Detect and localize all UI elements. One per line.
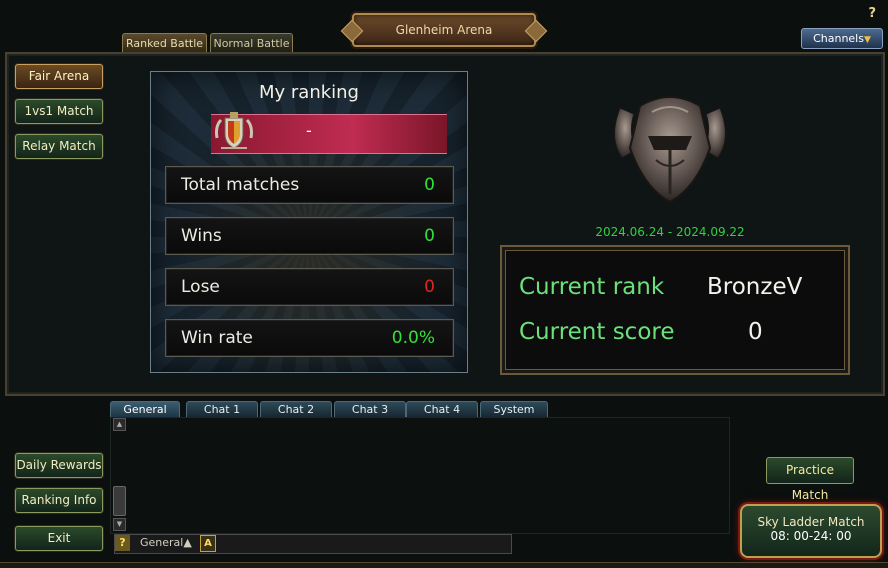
bottom-border xyxy=(0,562,888,568)
sky-ladder-label: Sky Ladder Match xyxy=(757,515,865,529)
rank-banner-value: - xyxy=(306,121,312,140)
chat-mode-button[interactable]: A xyxy=(200,535,216,552)
chevron-down-icon: ▼ xyxy=(863,35,871,45)
scroll-up-icon[interactable]: ▲ xyxy=(113,418,126,431)
season-range: 2024.06.24 - 2024.09.22 xyxy=(595,225,745,239)
sky-ladder-match-button[interactable]: Sky Ladder Match 08: 00-24: 00 xyxy=(740,504,882,558)
current-rank-label: Current rank xyxy=(519,274,665,300)
daily-rewards-button[interactable]: Daily Rewards xyxy=(15,453,103,478)
window-title-text: Glenheim Arena xyxy=(395,23,493,37)
ranking-panel: My ranking - Total matches 0 Wins 0 Lose… xyxy=(150,71,468,373)
exit-button[interactable]: Exit xyxy=(15,526,103,551)
sidebar-item-relay-match[interactable]: Relay Match xyxy=(15,134,103,159)
window-title: Glenheim Arena xyxy=(352,13,536,47)
current-rank-box: Current rank BronzeV Current score 0 xyxy=(500,245,850,375)
stat-value: 0 xyxy=(424,277,435,297)
stat-value: 0.0% xyxy=(391,328,435,348)
chat-log[interactable] xyxy=(110,417,730,534)
stat-lose: Lose 0 xyxy=(165,268,454,306)
scroll-down-icon[interactable]: ▼ xyxy=(113,518,126,531)
channels-button[interactable]: Channels▼ xyxy=(801,28,883,49)
ranking-title: My ranking xyxy=(258,82,359,103)
current-score-label: Current score xyxy=(519,319,675,345)
chat-scrollbar[interactable] xyxy=(113,486,126,516)
tab-normal-battle[interactable]: Normal Battle xyxy=(210,33,293,53)
stat-value: 0 xyxy=(424,175,435,195)
stat-label: Lose xyxy=(181,277,220,297)
bronze-helmet-icon xyxy=(600,88,740,208)
chat-channel-select[interactable]: General▲ xyxy=(140,536,192,549)
sidebar-item-fair-arena[interactable]: Fair Arena xyxy=(15,64,103,89)
practice-match-button[interactable]: Practice Match xyxy=(766,457,854,502)
current-score-value: 0 xyxy=(748,319,763,345)
chat-help-button[interactable]: ? xyxy=(115,535,130,551)
sidebar-item-1vs1-match[interactable]: 1vs1 Match xyxy=(15,99,103,124)
stat-total-matches: Total matches 0 xyxy=(165,166,454,204)
stat-label: Total matches xyxy=(181,175,300,195)
stat-wins: Wins 0 xyxy=(165,217,454,255)
tab-ranked-battle[interactable]: Ranked Battle xyxy=(122,33,207,53)
channels-label: Channels xyxy=(813,32,864,45)
stat-label: Win rate xyxy=(181,328,253,348)
ranking-info-button[interactable]: Ranking Info xyxy=(15,488,103,513)
stat-value: 0 xyxy=(424,226,435,246)
rank-crest-icon xyxy=(213,108,255,154)
stat-label: Wins xyxy=(181,226,222,246)
sky-ladder-time: 08: 00-24: 00 xyxy=(770,529,852,543)
current-rank-value: BronzeV xyxy=(707,274,803,300)
stat-win-rate: Win rate 0.0% xyxy=(165,319,454,357)
help-icon[interactable]: ? xyxy=(868,6,876,21)
